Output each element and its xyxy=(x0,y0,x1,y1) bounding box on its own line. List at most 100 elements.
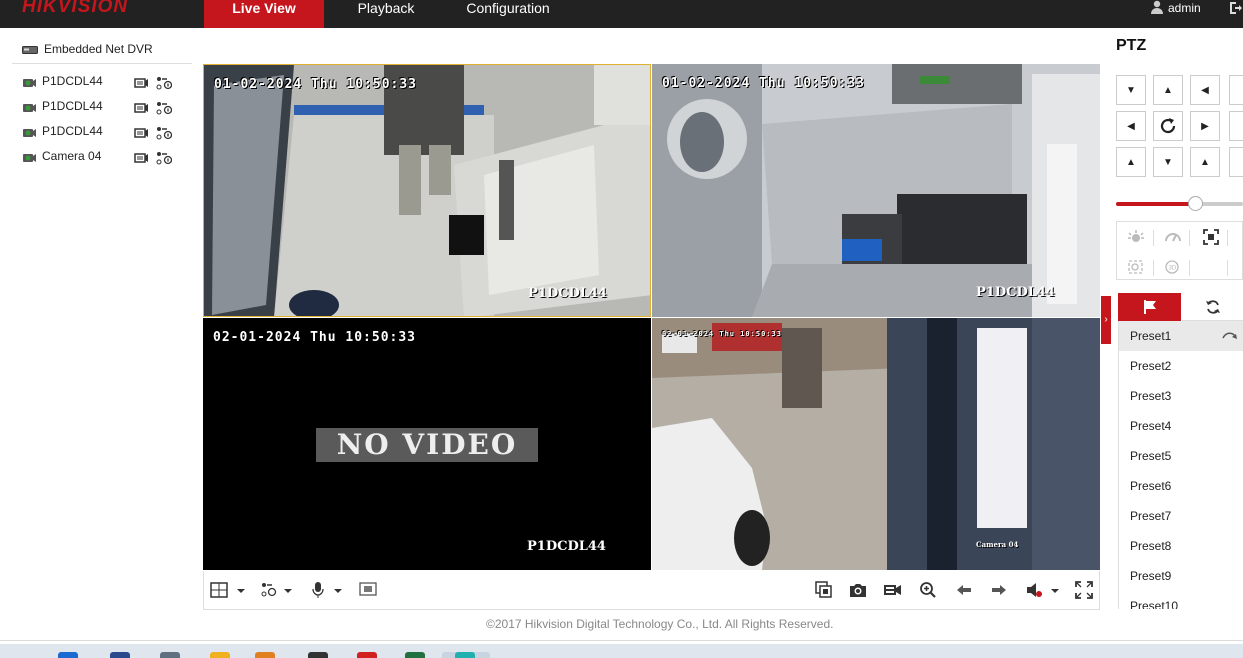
no-video-placeholder: NO VIDEO xyxy=(316,428,538,462)
camera-label: P1DCDL44 xyxy=(42,99,103,113)
preset-item[interactable]: Preset7 xyxy=(1119,501,1243,531)
taskbar-app-icon[interactable] xyxy=(357,652,377,658)
volume-mute-icon[interactable] xyxy=(1025,581,1061,599)
user-menu[interactable]: admin xyxy=(1150,0,1201,16)
previous-page-icon[interactable] xyxy=(955,581,973,599)
video-tile-4[interactable]: 02-01-2024 Thu 10:50:33 Camera 04 xyxy=(652,318,1100,570)
taskbar-app-icon[interactable] xyxy=(308,652,328,658)
live-view-toolbar xyxy=(203,571,1100,610)
digital-zoom-icon[interactable] xyxy=(919,581,937,599)
ptz-speed-handle[interactable] xyxy=(1188,196,1203,211)
video-tile-3[interactable]: 02-01-2024 Thu 10:50:33 NO VIDEO P1DCDL4… xyxy=(203,318,651,570)
tab-playback[interactable]: Playback xyxy=(343,0,429,28)
window-layout-icon[interactable] xyxy=(210,581,250,599)
focus-button[interactable] xyxy=(1229,111,1243,141)
arrow-down-icon: ▼ xyxy=(1163,156,1173,168)
preset-item[interactable]: Preset2 xyxy=(1119,351,1243,381)
tab-patrol[interactable] xyxy=(1182,293,1243,321)
ptz-up-left-button[interactable]: ▼ xyxy=(1116,75,1146,105)
preset-label: Preset1 xyxy=(1130,329,1172,343)
fullscreen-icon[interactable] xyxy=(1075,581,1093,599)
taskbar-app-icon[interactable] xyxy=(110,652,130,658)
ptz-up-button[interactable]: ▲ xyxy=(1153,75,1183,105)
preset-item[interactable]: Preset1 xyxy=(1119,321,1243,351)
logout-icon[interactable] xyxy=(1228,1,1242,18)
tree-divider xyxy=(12,63,192,64)
3d-zoom-icon[interactable]: 3D xyxy=(1164,259,1182,275)
function-divider xyxy=(1153,230,1154,246)
arrow-left-icon: ◀ xyxy=(1201,84,1209,96)
copyright-text: ©2017 Hikvision Digital Technology Co., … xyxy=(486,617,834,631)
video-tile-1[interactable]: 01-02-2024 Thu 10:50:33 P1DCDL44 xyxy=(203,64,651,317)
record-icon[interactable] xyxy=(883,581,903,599)
camera-item-3[interactable]: P1DCDL44 xyxy=(22,124,182,144)
preset-label: Preset4 xyxy=(1130,419,1172,433)
camera-item-4[interactable]: Camera 04 xyxy=(22,149,182,169)
record-icon[interactable] xyxy=(134,152,149,164)
ptz-down-button[interactable]: ▼ xyxy=(1153,147,1183,177)
light-icon[interactable] xyxy=(1127,229,1145,245)
stream-settings-icon[interactable] xyxy=(156,101,172,115)
camera-item-1[interactable]: P1DCDL44 xyxy=(22,74,182,94)
ptz-down-right-button[interactable]: ▲ xyxy=(1190,147,1220,177)
taskbar-app-icon[interactable] xyxy=(58,652,78,658)
ptz-right-button[interactable]: ▶ xyxy=(1190,111,1220,141)
device-name: Embedded Net DVR xyxy=(44,42,153,56)
zoom-region-icon[interactable] xyxy=(359,581,377,599)
svg-text:3D: 3D xyxy=(1169,266,1177,272)
taskbar-app-icon[interactable] xyxy=(455,652,475,658)
record-icon[interactable] xyxy=(134,127,149,139)
auxiliary-focus-icon[interactable] xyxy=(1203,229,1219,245)
camera-feed-image xyxy=(652,318,1100,570)
taskbar-app-icon[interactable] xyxy=(255,652,275,658)
microphone-icon[interactable] xyxy=(310,581,346,599)
camera-feed-image xyxy=(204,65,650,316)
call-preset-icon[interactable] xyxy=(1222,330,1238,340)
record-icon[interactable] xyxy=(134,77,149,89)
ptz-speed-slider[interactable] xyxy=(1116,196,1243,211)
tab-preset[interactable] xyxy=(1118,293,1181,321)
tab-configuration[interactable]: Configuration xyxy=(452,0,564,28)
taskbar-app-icon[interactable] xyxy=(405,652,425,658)
preset-item[interactable]: Preset9 xyxy=(1119,561,1243,591)
ptz-title: PTZ xyxy=(1116,37,1147,54)
taskbar-app-icon[interactable] xyxy=(160,652,180,658)
ptz-auto-button[interactable] xyxy=(1153,111,1183,141)
camera-online-icon xyxy=(23,154,36,162)
video-tile-2[interactable]: 01-02-2024 Thu 10:50:33 P1DCDL44 xyxy=(652,64,1100,317)
taskbar-app-icon[interactable] xyxy=(210,652,230,658)
arrow-right-icon: ▶ xyxy=(1201,120,1209,132)
wiper-icon[interactable] xyxy=(1164,229,1182,245)
arrow-up-icon: ▲ xyxy=(1163,84,1173,96)
stream-settings-icon[interactable] xyxy=(156,151,172,165)
preset-item[interactable]: Preset10 xyxy=(1119,591,1243,609)
zoom-in-button[interactable] xyxy=(1229,75,1243,105)
tab-live-view[interactable]: Live View xyxy=(204,0,324,28)
record-icon[interactable] xyxy=(134,102,149,114)
camera-item-2[interactable]: P1DCDL44 xyxy=(22,99,182,119)
preset-item[interactable]: Preset6 xyxy=(1119,471,1243,501)
preset-item[interactable]: Preset4 xyxy=(1119,411,1243,441)
preset-item[interactable]: Preset8 xyxy=(1119,531,1243,561)
osd-camera-name: P1DCDL44 xyxy=(528,286,607,301)
preset-item[interactable]: Preset5 xyxy=(1119,441,1243,471)
iris-button[interactable] xyxy=(1229,147,1243,177)
function-divider xyxy=(1227,260,1228,276)
stream-icon[interactable] xyxy=(260,581,296,599)
device-tree-root[interactable]: Embedded Net DVR xyxy=(22,42,153,56)
stream-settings-icon[interactable] xyxy=(156,76,172,90)
stream-settings-icon[interactable] xyxy=(156,126,172,140)
camera-label: P1DCDL44 xyxy=(42,74,103,88)
next-page-icon[interactable] xyxy=(990,581,1008,599)
ptz-left-button[interactable]: ◀ xyxy=(1116,111,1146,141)
ptz-down-left-button[interactable]: ▲ xyxy=(1116,147,1146,177)
stop-all-icon[interactable] xyxy=(815,581,833,599)
capture-icon[interactable] xyxy=(849,581,867,599)
lens-init-icon[interactable] xyxy=(1127,259,1145,275)
ptz-up-right-button[interactable]: ◀ xyxy=(1190,75,1220,105)
preset-item[interactable]: Preset3 xyxy=(1119,381,1243,411)
preset-label: Preset3 xyxy=(1130,389,1172,403)
preset-label: Preset8 xyxy=(1130,539,1172,553)
user-icon xyxy=(1151,0,1163,14)
ptz-collapse-toggle[interactable]: › xyxy=(1101,296,1111,344)
